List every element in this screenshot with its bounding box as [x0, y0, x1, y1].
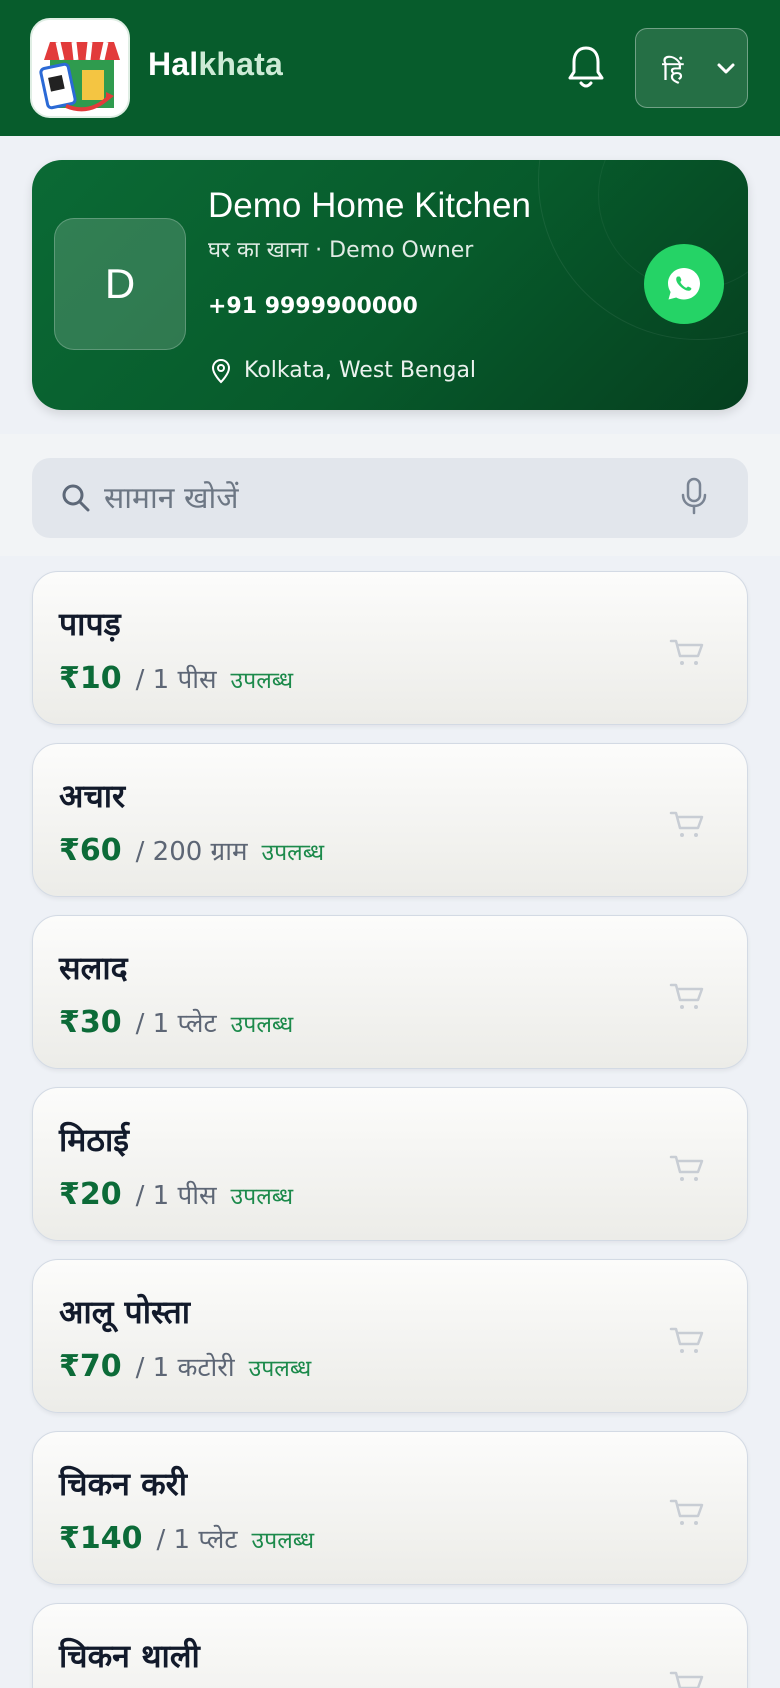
- item-price-row: ₹60 / 200 ग्राम उपलब्ध: [59, 832, 324, 868]
- item-name: चिकन करी: [59, 1465, 188, 1503]
- app-logo[interactable]: [30, 18, 130, 118]
- item-unit: / 1 कटोरी: [135, 1353, 235, 1383]
- item-name: मिठाई: [59, 1121, 130, 1159]
- cart-icon[interactable]: [669, 980, 705, 1012]
- language-selector[interactable]: हिं: [635, 28, 748, 108]
- search-section: [0, 434, 780, 556]
- whatsapp-button[interactable]: [644, 244, 724, 324]
- list-item[interactable]: चिकन करी ₹140 / 1 प्लेट उपलब्ध: [32, 1431, 748, 1585]
- item-availability: उपलब्ध: [230, 668, 294, 694]
- item-unit: / 1 प्लेट: [156, 1525, 238, 1555]
- item-price: ₹140: [59, 1521, 143, 1556]
- business-avatar: D: [54, 218, 186, 350]
- list-item[interactable]: आलू पोस्ता ₹70 / 1 कटोरी उपलब्ध: [32, 1259, 748, 1413]
- item-price: ₹70: [59, 1349, 122, 1384]
- business-phone[interactable]: +91 9999900000: [208, 294, 418, 319]
- item-price-row: ₹140 / 1 प्लेट उपलब्ध: [59, 1520, 314, 1556]
- brand-name-part-1: Hal: [148, 46, 199, 82]
- item-unit: / 1 प्लेट: [135, 1009, 217, 1039]
- list-item[interactable]: मिठाई ₹20 / 1 पीस उपलब्ध: [32, 1087, 748, 1241]
- item-price-row: ₹70 / 1 कटोरी उपलब्ध: [59, 1348, 311, 1384]
- cart-icon[interactable]: [669, 1496, 705, 1528]
- item-name: अचार: [59, 777, 126, 815]
- cart-icon[interactable]: [669, 808, 705, 840]
- location-pin-icon: [211, 358, 231, 384]
- search-bar: [32, 458, 748, 538]
- item-availability: उपलब्ध: [230, 1184, 294, 1210]
- app-brand-name: Halkhata: [148, 46, 283, 83]
- item-name: पापड़: [59, 605, 121, 643]
- item-price-row: ₹10 / 1 पीस उपलब्ध: [59, 660, 293, 696]
- list-item[interactable]: सलाद ₹30 / 1 प्लेट उपलब्ध: [32, 915, 748, 1069]
- cart-icon[interactable]: [669, 1324, 705, 1356]
- search-input[interactable]: [104, 458, 664, 538]
- business-name: Demo Home Kitchen: [208, 186, 531, 225]
- microphone-icon[interactable]: [678, 476, 710, 516]
- chevron-down-icon: [717, 63, 735, 74]
- business-location: Kolkata, West Bengal: [244, 358, 477, 383]
- business-profile-card: D Demo Home Kitchen घर का खाना · Demo Ow…: [32, 160, 748, 410]
- item-name: सलाद: [59, 949, 128, 987]
- language-label: हिं: [662, 56, 684, 87]
- item-price: ₹30: [59, 1005, 122, 1040]
- item-availability: उपलब्ध: [248, 1356, 312, 1382]
- notification-bell-icon[interactable]: [566, 44, 606, 90]
- item-price-row: ₹20 / 1 पीस उपलब्ध: [59, 1176, 293, 1212]
- search-icon: [62, 484, 90, 512]
- item-unit: / 1 पीस: [135, 1181, 217, 1211]
- item-unit: / 1 पीस: [135, 665, 217, 695]
- list-item[interactable]: पापड़ ₹10 / 1 पीस उपलब्ध: [32, 571, 748, 725]
- item-availability: उपलब्ध: [251, 1528, 315, 1554]
- list-item[interactable]: चिकन थाली: [32, 1603, 748, 1688]
- item-price-row: ₹30 / 1 प्लेट उपलब्ध: [59, 1004, 293, 1040]
- brand-name-part-2: khata: [198, 46, 283, 82]
- item-price: ₹10: [59, 661, 122, 696]
- item-availability: उपलब्ध: [230, 1012, 294, 1038]
- shop-logo-icon: [32, 20, 128, 116]
- item-availability: उपलब्ध: [261, 840, 325, 866]
- cart-icon[interactable]: [669, 636, 705, 668]
- list-item[interactable]: अचार ₹60 / 200 ग्राम उपलब्ध: [32, 743, 748, 897]
- business-subtitle: घर का खाना · Demo Owner: [208, 238, 474, 263]
- item-price: ₹20: [59, 1177, 122, 1212]
- app-header: Halkhata हिं: [0, 0, 780, 136]
- cart-icon[interactable]: [669, 1152, 705, 1184]
- item-price: ₹60: [59, 833, 122, 868]
- item-name: चिकन थाली: [59, 1637, 200, 1675]
- item-unit: / 200 ग्राम: [135, 837, 248, 867]
- item-name: आलू पोस्ता: [59, 1293, 190, 1331]
- whatsapp-icon: [668, 268, 700, 300]
- cart-icon[interactable]: [669, 1668, 705, 1688]
